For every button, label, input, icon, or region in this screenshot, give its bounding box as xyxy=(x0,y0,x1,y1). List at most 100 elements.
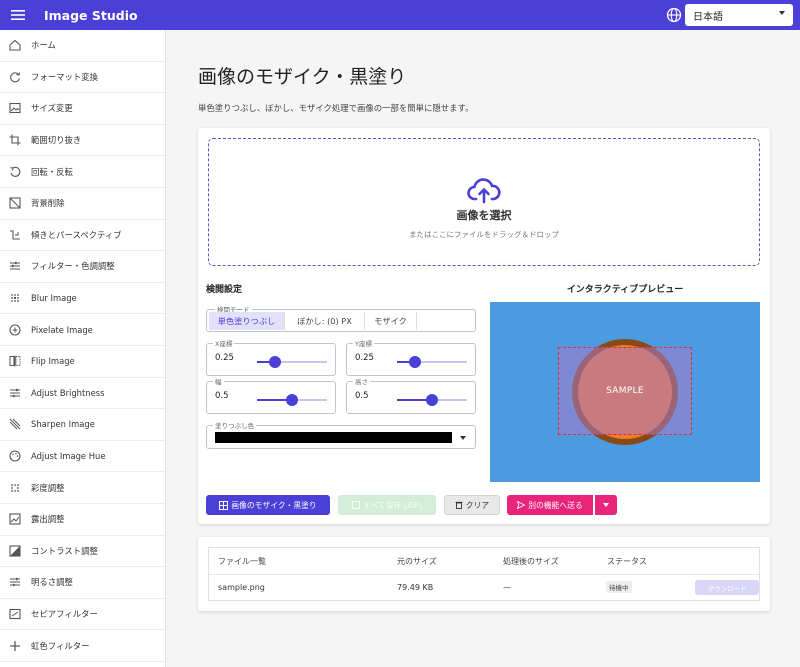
sidebar-item-label: 傾きとパースペクティブ xyxy=(31,229,122,240)
col-header-processed-size: 処理後のサイズ xyxy=(503,557,559,566)
download-button[interactable]: ダウンロード xyxy=(695,580,759,595)
width-slider-field: 幅 0.5 xyxy=(206,376,336,414)
sidebar-item[interactable]: Adjust Image Hue xyxy=(0,441,165,473)
sidebar-item[interactable]: 彩度調整 xyxy=(0,472,165,504)
sidebar-item[interactable]: Pixelate Image xyxy=(0,314,165,346)
sidebar: ホームフォーマット変換サイズ変更範囲切り抜き回転・反転 背景削除傾きとパースペクテ… xyxy=(0,30,166,667)
sidebar-item-label: Blur Image xyxy=(31,293,77,304)
language-select-value: 日本語 xyxy=(693,11,723,23)
apply-button[interactable]: 画像のモザイク・黒塗り xyxy=(206,495,330,515)
tune-icon xyxy=(8,259,22,273)
app-bar: Image Studio 日本語 xyxy=(0,0,800,30)
dropzone-title: 画像を選択 xyxy=(456,209,512,222)
home-icon xyxy=(8,38,22,52)
exposure-icon xyxy=(8,512,22,526)
sidebar-item[interactable]: フォーマット変換 xyxy=(0,62,165,94)
brightness-icon xyxy=(8,575,22,589)
trash-icon xyxy=(455,501,463,509)
sidebar-item[interactable]: 虹色フィルター xyxy=(0,630,165,662)
header-divider xyxy=(209,574,759,575)
sidebar-item-label: 露出調整 xyxy=(31,514,65,525)
x-slider[interactable] xyxy=(257,356,327,368)
mode-tab-mosaic[interactable]: モザイク xyxy=(365,312,417,330)
grid-icon xyxy=(219,500,229,510)
sidebar-item[interactable]: 回転・反転 xyxy=(0,156,165,188)
saturation-icon xyxy=(8,481,22,495)
save-all-button-label: すべて保存 (ZIP) xyxy=(362,500,423,510)
contrast-icon xyxy=(8,544,22,558)
interactive-preview[interactable]: SAMPLE xyxy=(490,302,760,482)
page-title: 画像のモザイク・黒塗り xyxy=(198,66,407,88)
sidebar-item-label: Adjust Image Hue xyxy=(31,451,106,462)
y-slider-thumb[interactable] xyxy=(408,356,421,368)
fill-color-select[interactable]: 塗りつぶし色 xyxy=(206,420,476,449)
sidebar-item-label: 範囲切り抜き xyxy=(31,135,82,146)
send-to-button-label: 別の機能へ送る xyxy=(528,500,583,510)
sidebar-item[interactable]: Flip Image xyxy=(0,346,165,378)
original-size-cell: 79.49 KB xyxy=(397,583,434,592)
page-description: 単色塗りつぶし、ぼかし、モザイク処理で画像の一部を簡単に隠せます。 xyxy=(198,103,474,113)
sidebar-item[interactable]: ホーム xyxy=(0,30,165,62)
brightness-icon xyxy=(8,386,22,400)
sidebar-item[interactable]: Blur Image xyxy=(0,283,165,315)
sidebar-item[interactable]: Adjust Brightness xyxy=(0,378,165,410)
sidebar-item[interactable]: 傾きとパースペクティブ xyxy=(0,220,165,252)
sharpen-icon xyxy=(8,417,22,431)
x-slider-value: 0.25 xyxy=(215,353,234,363)
x-slider-label: X座標 xyxy=(213,338,235,348)
mode-toggle-group: 検閲モード 単色塗りつぶし ぼかし: (0) PX モザイク xyxy=(206,304,476,332)
file-name-cell: sample.png xyxy=(218,583,265,592)
clear-button[interactable]: クリア xyxy=(444,495,500,515)
flip-icon xyxy=(8,354,22,368)
send-to-dropdown-button[interactable] xyxy=(595,495,617,515)
download-button-label: ダウンロード xyxy=(707,584,747,593)
plus-icon xyxy=(8,639,22,653)
sepia-icon xyxy=(8,607,22,621)
language-select[interactable]: 日本語 xyxy=(685,4,793,26)
sidebar-item-label: セピアフィルター xyxy=(31,608,98,619)
width-slider-thumb[interactable] xyxy=(286,394,298,406)
file-dropzone[interactable]: 画像を選択 またはここにファイルをドラッグ＆ドロップ xyxy=(208,138,760,266)
palette-icon xyxy=(8,449,22,463)
crop-icon xyxy=(8,133,22,147)
pixelate-icon xyxy=(8,323,22,337)
sample-text: SAMPLE xyxy=(606,386,644,396)
x-slider-thumb[interactable] xyxy=(268,356,281,368)
file-list-card: ファイル一覧 元のサイズ 処理後のサイズ ステータス sample.png 79… xyxy=(198,537,770,611)
sidebar-item-label: Sharpen Image xyxy=(31,419,95,430)
sidebar-item-label: 彩度調整 xyxy=(31,482,65,493)
sidebar-item[interactable]: サイズ変更 xyxy=(0,93,165,125)
apply-button-label: 画像のモザイク・黒塗り xyxy=(231,500,317,510)
sidebar-item[interactable]: コントラスト調整 xyxy=(0,536,165,568)
cloud-upload-icon xyxy=(467,178,501,204)
sidebar-item-label: フォーマット変換 xyxy=(31,71,98,82)
sidebar-item[interactable]: セピアフィルター xyxy=(0,599,165,631)
y-slider[interactable] xyxy=(397,356,467,368)
background-remove-icon xyxy=(8,196,22,210)
sidebar-item-label: 虹色フィルター xyxy=(31,640,90,651)
sidebar-item[interactable]: Sharpen Image xyxy=(0,409,165,441)
height-slider[interactable] xyxy=(397,394,467,406)
preview-title: インタラクティブプレビュー xyxy=(566,285,684,295)
sidebar-item-label: 明るさ調整 xyxy=(31,577,73,588)
x-slider-field: X座標 0.25 xyxy=(206,338,336,376)
col-header-status: ステータス xyxy=(607,557,647,566)
width-slider[interactable] xyxy=(257,394,327,406)
sidebar-item[interactable]: 背景削除 xyxy=(0,188,165,220)
sidebar-item[interactable]: 明るさ調整 xyxy=(0,567,165,599)
height-slider-label: 高さ xyxy=(353,376,370,386)
sidebar-item-label: Flip Image xyxy=(31,356,75,367)
save-all-button[interactable]: すべて保存 (ZIP) xyxy=(338,495,436,515)
image-icon xyxy=(8,101,22,115)
menu-icon[interactable] xyxy=(0,0,36,30)
mode-tab-fill[interactable]: 単色塗りつぶし xyxy=(209,312,285,330)
refresh-icon xyxy=(8,70,22,84)
sidebar-item[interactable]: 範囲切り抜き xyxy=(0,125,165,157)
sidebar-item[interactable]: 露出調整 xyxy=(0,504,165,536)
sidebar-item[interactable]: フィルター・色調調整 xyxy=(0,251,165,283)
y-slider-field: Y座標 0.25 xyxy=(346,338,476,376)
send-to-button[interactable]: 別の機能へ送る xyxy=(507,495,593,515)
height-slider-thumb[interactable] xyxy=(426,394,438,406)
mode-tab-blur[interactable]: ぼかし: (0) PX xyxy=(285,312,365,330)
chevron-down-icon xyxy=(779,11,785,15)
